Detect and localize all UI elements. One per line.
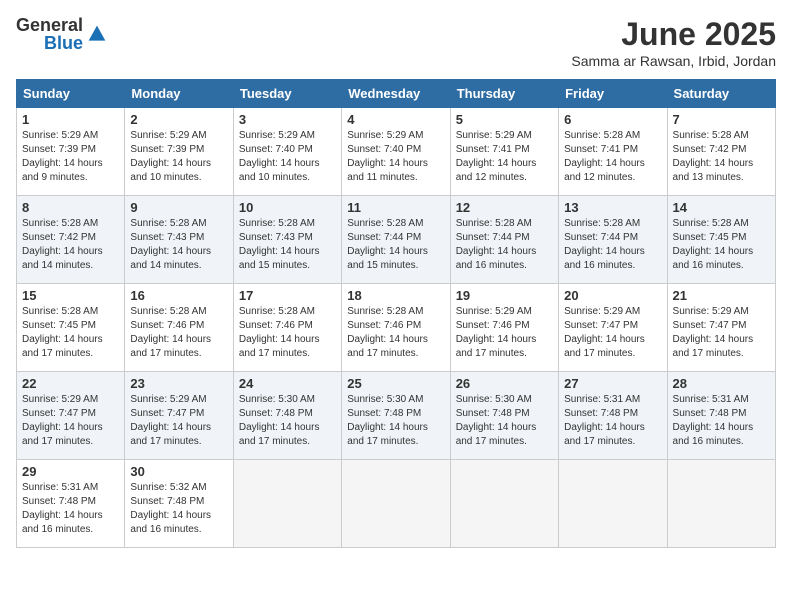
day-12: 12 Sunrise: 5:28 AMSunset: 7:44 PMDaylig… [450,196,558,284]
logo-general: General [16,16,83,34]
day-30: 30 Sunrise: 5:32 AMSunset: 7:48 PMDaylig… [125,460,233,548]
page-header: General Blue June 2025 Samma ar Rawsan, … [16,16,776,69]
week-row-1: 1 Sunrise: 5:29 AMSunset: 7:39 PMDayligh… [17,108,776,196]
title-area: June 2025 Samma ar Rawsan, Irbid, Jordan [571,16,776,69]
day-24: 24 Sunrise: 5:30 AMSunset: 7:48 PMDaylig… [233,372,341,460]
day-27: 27 Sunrise: 5:31 AMSunset: 7:48 PMDaylig… [559,372,667,460]
day-23: 23 Sunrise: 5:29 AMSunset: 7:47 PMDaylig… [125,372,233,460]
week-row-4: 22 Sunrise: 5:29 AMSunset: 7:47 PMDaylig… [17,372,776,460]
day-6: 6 Sunrise: 5:28 AMSunset: 7:41 PMDayligh… [559,108,667,196]
day-29: 29 Sunrise: 5:31 AMSunset: 7:48 PMDaylig… [17,460,125,548]
week-row-2: 8 Sunrise: 5:28 AMSunset: 7:42 PMDayligh… [17,196,776,284]
day-9: 9 Sunrise: 5:28 AMSunset: 7:43 PMDayligh… [125,196,233,284]
day-21: 21 Sunrise: 5:29 AMSunset: 7:47 PMDaylig… [667,284,775,372]
day-15: 15 Sunrise: 5:28 AMSunset: 7:45 PMDaylig… [17,284,125,372]
day-16: 16 Sunrise: 5:28 AMSunset: 7:46 PMDaylig… [125,284,233,372]
calendar-header-row: Sunday Monday Tuesday Wednesday Thursday… [17,80,776,108]
day-17: 17 Sunrise: 5:28 AMSunset: 7:46 PMDaylig… [233,284,341,372]
col-tuesday: Tuesday [233,80,341,108]
empty-cell-5 [667,460,775,548]
day-10: 10 Sunrise: 5:28 AMSunset: 7:43 PMDaylig… [233,196,341,284]
day-22: 22 Sunrise: 5:29 AMSunset: 7:47 PMDaylig… [17,372,125,460]
logo: General Blue [16,16,107,52]
empty-cell-4 [559,460,667,548]
day-20: 20 Sunrise: 5:29 AMSunset: 7:47 PMDaylig… [559,284,667,372]
empty-cell-3 [450,460,558,548]
day-3: 3 Sunrise: 5:29 AMSunset: 7:40 PMDayligh… [233,108,341,196]
logo-icon [87,24,107,44]
day-5: 5 Sunrise: 5:29 AMSunset: 7:41 PMDayligh… [450,108,558,196]
day-14: 14 Sunrise: 5:28 AMSunset: 7:45 PMDaylig… [667,196,775,284]
day-2: 2 Sunrise: 5:29 AMSunset: 7:39 PMDayligh… [125,108,233,196]
day-25: 25 Sunrise: 5:30 AMSunset: 7:48 PMDaylig… [342,372,450,460]
day-1: 1 Sunrise: 5:29 AMSunset: 7:39 PMDayligh… [17,108,125,196]
col-sunday: Sunday [17,80,125,108]
week-row-5: 29 Sunrise: 5:31 AMSunset: 7:48 PMDaylig… [17,460,776,548]
day-11: 11 Sunrise: 5:28 AMSunset: 7:44 PMDaylig… [342,196,450,284]
day-26: 26 Sunrise: 5:30 AMSunset: 7:48 PMDaylig… [450,372,558,460]
week-row-3: 15 Sunrise: 5:28 AMSunset: 7:45 PMDaylig… [17,284,776,372]
day-7: 7 Sunrise: 5:28 AMSunset: 7:42 PMDayligh… [667,108,775,196]
month-title: June 2025 [571,16,776,53]
day-8: 8 Sunrise: 5:28 AMSunset: 7:42 PMDayligh… [17,196,125,284]
day-19: 19 Sunrise: 5:29 AMSunset: 7:46 PMDaylig… [450,284,558,372]
day-4: 4 Sunrise: 5:29 AMSunset: 7:40 PMDayligh… [342,108,450,196]
day-13: 13 Sunrise: 5:28 AMSunset: 7:44 PMDaylig… [559,196,667,284]
empty-cell-1 [233,460,341,548]
col-saturday: Saturday [667,80,775,108]
location-title: Samma ar Rawsan, Irbid, Jordan [571,53,776,69]
day-28: 28 Sunrise: 5:31 AMSunset: 7:48 PMDaylig… [667,372,775,460]
logo-blue: Blue [44,34,83,52]
empty-cell-2 [342,460,450,548]
col-monday: Monday [125,80,233,108]
col-wednesday: Wednesday [342,80,450,108]
col-thursday: Thursday [450,80,558,108]
day-18: 18 Sunrise: 5:28 AMSunset: 7:46 PMDaylig… [342,284,450,372]
col-friday: Friday [559,80,667,108]
calendar-table: Sunday Monday Tuesday Wednesday Thursday… [16,79,776,548]
